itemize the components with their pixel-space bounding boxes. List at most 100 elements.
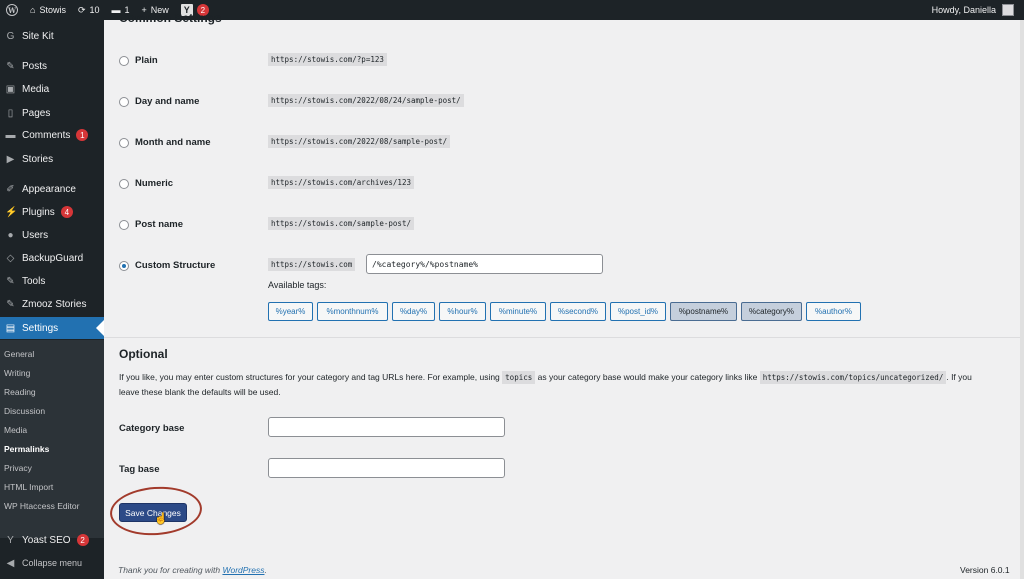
page-icon: ▯ xyxy=(7,107,14,119)
option-label-custom-structure: Custom Structure xyxy=(135,260,216,271)
sidebar-item-label: Yoast SEO xyxy=(22,534,71,546)
site-name-menu[interactable]: ⌂ Stowis xyxy=(24,0,72,20)
sidebar-item-plugins[interactable]: ⚡ Plugins 4 xyxy=(0,201,104,223)
wordpress-icon: W xyxy=(6,4,18,16)
sidebar-item-comments[interactable]: ▬ Comments 1 xyxy=(0,124,104,146)
custom-structure-input[interactable] xyxy=(366,254,603,274)
option-label-day-and-name: Day and name xyxy=(135,96,200,107)
submenu-permalinks[interactable]: Permalinks xyxy=(4,442,49,456)
radio-month-and-name[interactable] xyxy=(119,138,129,148)
sidebar-item-zmooz-stories[interactable]: ✎ Zmooz Stories xyxy=(0,293,104,315)
sidebar-item-label: Media xyxy=(22,83,50,95)
submenu-reading[interactable]: Reading xyxy=(4,385,36,399)
section-divider xyxy=(104,337,1020,338)
sidebar-item-users[interactable]: ● Users xyxy=(0,224,104,246)
g-icon: G xyxy=(6,30,15,42)
collapse-icon: ◀ xyxy=(6,557,15,569)
radio-plain[interactable] xyxy=(119,56,129,66)
option-label-plain: Plain xyxy=(135,55,158,66)
sidebar-item-site-kit[interactable]: G Site Kit xyxy=(0,25,104,47)
tag-button-monthnum[interactable]: %monthnum% xyxy=(317,302,388,321)
example-month-and-name: https://stowis.com/2022/08/sample-post/ xyxy=(268,135,451,148)
optional-description: If you like, you may enter custom struct… xyxy=(119,370,1019,385)
avatar xyxy=(1002,4,1014,16)
example-post-name: https://stowis.com/sample-post/ xyxy=(268,217,414,230)
tag-button-minute[interactable]: %minute% xyxy=(490,302,546,321)
radio-day-and-name[interactable] xyxy=(119,97,129,107)
custom-structure-prefix: https://stowis.com xyxy=(268,258,356,271)
my-account-menu[interactable]: Howdy, Daniella xyxy=(932,4,1024,16)
footer-thanks-text: Thank you for creating with xyxy=(118,565,221,575)
category-base-label: Category base xyxy=(119,423,185,434)
sidebar-item-label: Plugins xyxy=(22,206,55,218)
tag-button-post-id[interactable]: %post_id% xyxy=(610,302,666,321)
sidebar-item-settings[interactable]: ▤ Settings xyxy=(0,317,104,339)
tag-button-postname[interactable]: %postname% xyxy=(670,302,737,321)
media-icon: ▣ xyxy=(5,83,16,95)
submenu-writing[interactable]: Writing xyxy=(4,366,30,380)
sidebar-item-label: Appearance xyxy=(22,183,76,195)
page-scrollbar[interactable] xyxy=(1020,20,1024,579)
option-label-month-and-name: Month and name xyxy=(135,137,211,148)
example-day-and-name: https://stowis.com/2022/08/24/sample-pos… xyxy=(268,94,464,107)
plugins-badge: 4 xyxy=(60,206,73,218)
plug-icon: ⚡ xyxy=(5,206,18,218)
optional-description-line2: leave these blank the defaults will be u… xyxy=(119,387,281,397)
sidebar-item-label: Site Kit xyxy=(22,30,54,42)
home-icon: ⌂ xyxy=(30,5,36,15)
example-plain: https://stowis.com/?p=123 xyxy=(268,53,387,66)
refresh-icon: ⟳ xyxy=(77,4,86,15)
user-icon: ● xyxy=(7,229,14,241)
tag-button-hour[interactable]: %hour% xyxy=(439,302,486,321)
collapse-menu-button[interactable]: ◀ Collapse menu xyxy=(0,552,104,574)
sidebar-item-appearance[interactable]: ✐ Appearance xyxy=(0,178,104,200)
updates-menu[interactable]: ⟳ 10 xyxy=(72,0,106,20)
radio-post-name[interactable] xyxy=(119,220,129,230)
optional-text-3: . If you xyxy=(946,372,972,382)
hand-cursor-icon: ☝ xyxy=(154,513,168,525)
option-label-post-name: Post name xyxy=(135,219,184,230)
yoast-badge: 2 xyxy=(76,534,89,546)
radio-custom-structure[interactable] xyxy=(119,261,129,271)
tag-button-category[interactable]: %category% xyxy=(741,302,802,321)
sidebar-item-label: BackupGuard xyxy=(22,252,84,264)
submenu-html-import[interactable]: HTML Import xyxy=(4,480,53,494)
submenu-privacy[interactable]: Privacy xyxy=(4,461,32,475)
submenu-media[interactable]: Media xyxy=(4,423,27,437)
settings-icon: ▤ xyxy=(5,322,16,334)
tag-button-second[interactable]: %second% xyxy=(550,302,606,321)
tag-button-author[interactable]: %author% xyxy=(806,302,861,321)
tag-button-year[interactable]: %year% xyxy=(268,302,313,321)
submenu-general[interactable]: General xyxy=(4,347,34,361)
sidebar-item-yoast-seo[interactable]: Y Yoast SEO 2 xyxy=(0,529,104,551)
optional-text-1: If you like, you may enter custom struct… xyxy=(119,372,500,382)
sidebar-item-pages[interactable]: ▯ Pages xyxy=(0,102,104,124)
collapse-label: Collapse menu xyxy=(22,558,83,568)
sidebar-item-backupguard[interactable]: ◇ BackupGuard xyxy=(0,247,104,269)
optional-title: Optional xyxy=(119,347,168,361)
sidebar-item-label: Pages xyxy=(22,107,51,119)
tag-base-label: Tag base xyxy=(119,464,160,475)
sidebar-item-label: Posts xyxy=(22,60,48,72)
play-icon: ▶ xyxy=(6,153,15,165)
code-topics: topics xyxy=(502,371,536,384)
tag-base-input[interactable] xyxy=(268,458,505,478)
submenu-discussion[interactable]: Discussion xyxy=(4,404,45,418)
sidebar-item-stories[interactable]: ▶ Stories xyxy=(0,148,104,170)
category-base-input[interactable] xyxy=(268,417,505,437)
site-name: Stowis xyxy=(39,5,66,15)
footer-thanks: Thank you for creating with WordPress. xyxy=(118,565,267,575)
radio-numeric[interactable] xyxy=(119,179,129,189)
sidebar-item-media[interactable]: ▣ Media xyxy=(0,78,104,100)
tag-button-day[interactable]: %day% xyxy=(392,302,435,321)
sidebar-item-label: Users xyxy=(22,229,49,241)
sidebar-item-tools[interactable]: ✎ Tools xyxy=(0,270,104,292)
optional-text-2: as your category base would make your ca… xyxy=(537,372,758,382)
sidebar-item-posts[interactable]: ✎ Posts xyxy=(0,55,104,77)
wordpress-link[interactable]: WordPress xyxy=(222,565,264,575)
yoast-icon: Y xyxy=(7,534,14,546)
wp-logo-menu[interactable]: W xyxy=(0,0,24,20)
submenu-wp-htaccess-editor[interactable]: WP Htaccess Editor xyxy=(4,499,79,513)
brush-icon: ✐ xyxy=(6,183,15,195)
footer-version: Version 6.0.1 xyxy=(960,565,1010,575)
